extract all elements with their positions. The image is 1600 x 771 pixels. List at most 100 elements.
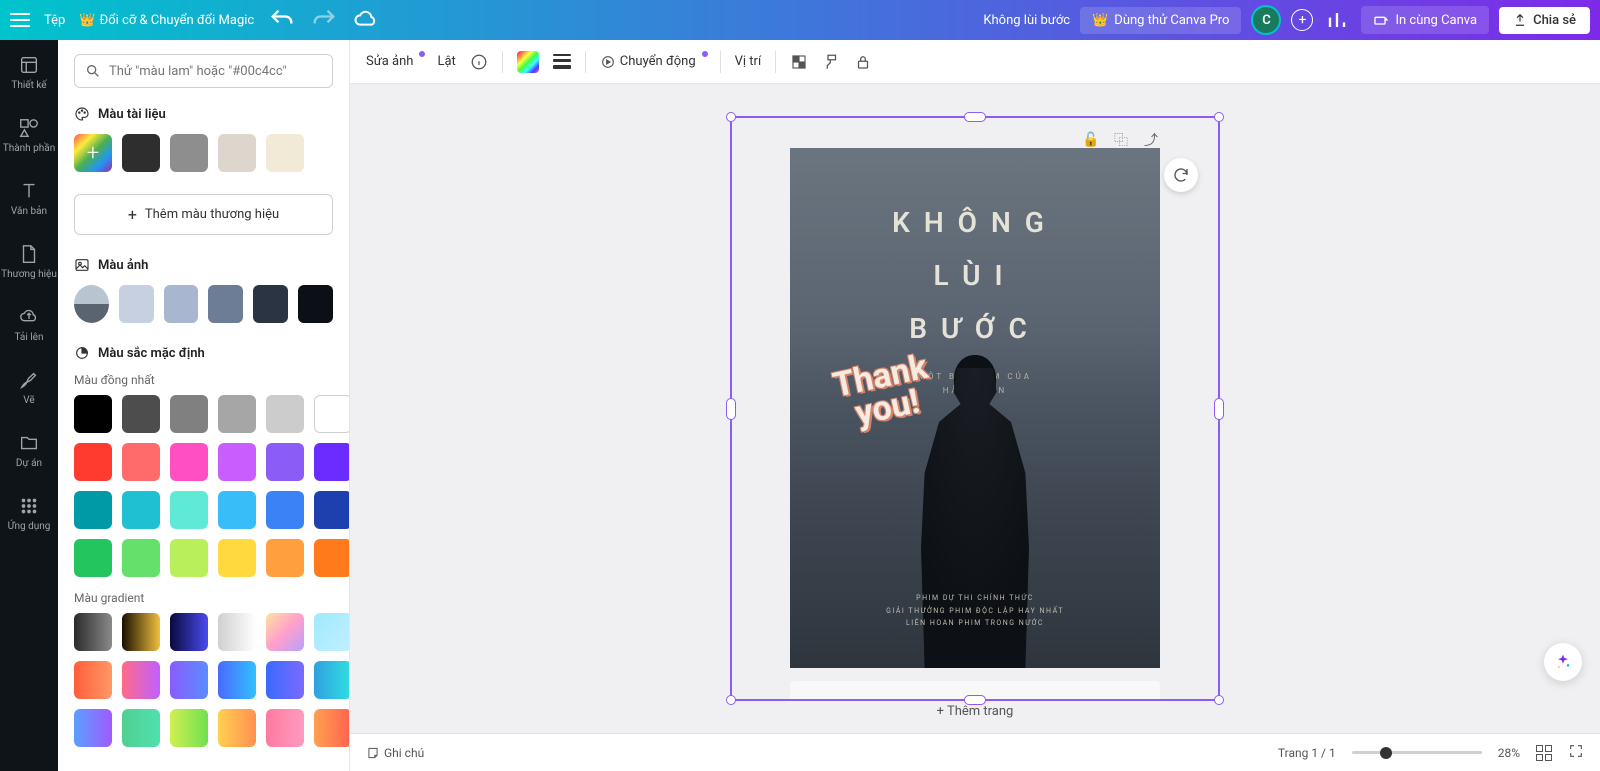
gradient-swatch[interactable] [218,613,256,651]
rail-design[interactable]: Thiết kế [11,50,46,95]
gradient-swatch[interactable] [74,709,112,747]
rail-text[interactable]: Văn bản [11,176,47,221]
gradient-swatch[interactable] [266,613,304,651]
border-weight-button[interactable] [553,54,571,69]
cloud-sync-icon[interactable] [352,6,380,34]
color-swatch[interactable] [266,395,304,433]
color-swatch[interactable] [122,443,160,481]
color-swatch[interactable] [314,539,350,577]
color-swatch[interactable] [122,395,160,433]
info-button[interactable] [470,53,488,71]
rail-draw[interactable]: Vẽ [18,365,40,410]
animate-button[interactable]: Chuyển động [600,54,706,70]
color-swatch[interactable] [208,285,243,323]
resize-handle[interactable] [964,695,986,705]
poster-design[interactable]: KHÔNGLÙIBƯỚC MỘT BỘ PHIM CỦAHÀM TRẦN Tha… [790,148,1160,668]
color-swatch[interactable] [266,134,304,172]
rail-projects[interactable]: Dự án [16,428,42,473]
color-swatch[interactable] [170,395,208,433]
position-button[interactable]: Vị trí [735,54,762,69]
gradient-swatch[interactable] [314,709,350,747]
resize-handle[interactable] [1214,112,1224,122]
avatar[interactable]: C [1251,5,1281,35]
color-swatch[interactable] [314,491,350,529]
gradient-swatch[interactable] [314,613,350,651]
gradient-swatch[interactable] [266,709,304,747]
magic-resize[interactable]: 👑Đổi cỡ & Chuyển đổi Magic [79,13,254,28]
rail-uploads[interactable]: Tải lên [14,302,43,347]
fullscreen-button[interactable] [1568,743,1584,762]
photo-swatch[interactable] [74,285,109,323]
zoom-value[interactable]: 28% [1498,746,1520,760]
color-swatch[interactable] [266,443,304,481]
regenerate-button[interactable] [1164,158,1198,192]
redo-button[interactable] [310,6,338,34]
color-swatch[interactable] [218,134,256,172]
file-menu[interactable]: Tệp [44,13,65,28]
copy-style-button[interactable] [822,53,840,71]
zoom-slider[interactable] [1352,751,1482,754]
color-swatch[interactable] [74,443,112,481]
gradient-swatch[interactable] [170,709,208,747]
grid-view-button[interactable] [1536,745,1552,761]
resize-handle[interactable] [964,112,986,122]
resize-handle[interactable] [726,112,736,122]
undo-button[interactable] [268,6,296,34]
color-swatch[interactable] [74,395,112,433]
gradient-swatch[interactable] [266,661,304,699]
share-button[interactable]: Chia sẻ [1499,7,1590,34]
add-page-button[interactable]: + Thêm trang [937,704,1014,719]
print-button[interactable]: In cùng Canva [1361,6,1489,34]
magic-fab[interactable] [1544,643,1582,681]
color-swatch[interactable] [122,539,160,577]
notes-button[interactable]: Ghi chú [366,746,424,760]
color-swatch[interactable] [218,539,256,577]
gradient-swatch[interactable] [122,661,160,699]
color-swatch[interactable] [266,539,304,577]
color-swatch[interactable] [298,285,333,323]
color-swatch[interactable] [74,491,112,529]
color-swatch[interactable] [170,491,208,529]
transparency-button[interactable] [790,53,808,71]
gradient-swatch[interactable] [122,613,160,651]
add-color-swatch[interactable]: + [74,134,112,172]
color-swatch[interactable] [170,539,208,577]
document-name[interactable]: Không lùi bước [983,13,1070,28]
try-pro-button[interactable]: 👑Dùng thử Canva Pro [1080,7,1241,34]
lock-button[interactable] [854,53,872,71]
add-brand-color-button[interactable]: +Thêm màu thương hiệu [74,194,333,235]
menu-button[interactable] [10,13,30,27]
resize-handle[interactable] [726,695,736,705]
resize-handle[interactable] [1214,695,1224,705]
gradient-swatch[interactable] [314,661,350,699]
color-swatch[interactable] [314,395,350,433]
gradient-swatch[interactable] [74,661,112,699]
color-swatch[interactable] [314,443,350,481]
gradient-swatch[interactable] [170,613,208,651]
color-swatch[interactable] [218,491,256,529]
color-swatch[interactable] [170,443,208,481]
color-swatch[interactable] [170,134,208,172]
resize-handle[interactable] [726,398,736,420]
color-swatch[interactable] [218,443,256,481]
color-swatch[interactable] [164,285,199,323]
color-swatch[interactable] [253,285,288,323]
gradient-swatch[interactable] [74,613,112,651]
color-swatch[interactable] [218,395,256,433]
color-swatch[interactable] [74,539,112,577]
flip-button[interactable]: Lật [437,54,455,69]
color-swatch[interactable] [122,491,160,529]
color-search[interactable] [74,54,333,88]
color-swatch[interactable] [119,285,154,323]
rail-apps[interactable]: Ứng dụng [8,491,51,536]
color-swatch[interactable] [122,134,160,172]
add-member-button[interactable]: + [1291,9,1313,31]
color-swatch[interactable] [266,491,304,529]
rail-brand[interactable]: Thương hiệu [1,239,57,284]
resize-handle[interactable] [1214,398,1224,420]
gradient-swatch[interactable] [122,709,160,747]
gradient-swatch[interactable] [218,661,256,699]
search-input[interactable] [109,64,322,79]
edit-image-button[interactable]: Sửa ảnh [366,54,423,69]
color-picker-button[interactable] [517,51,539,73]
